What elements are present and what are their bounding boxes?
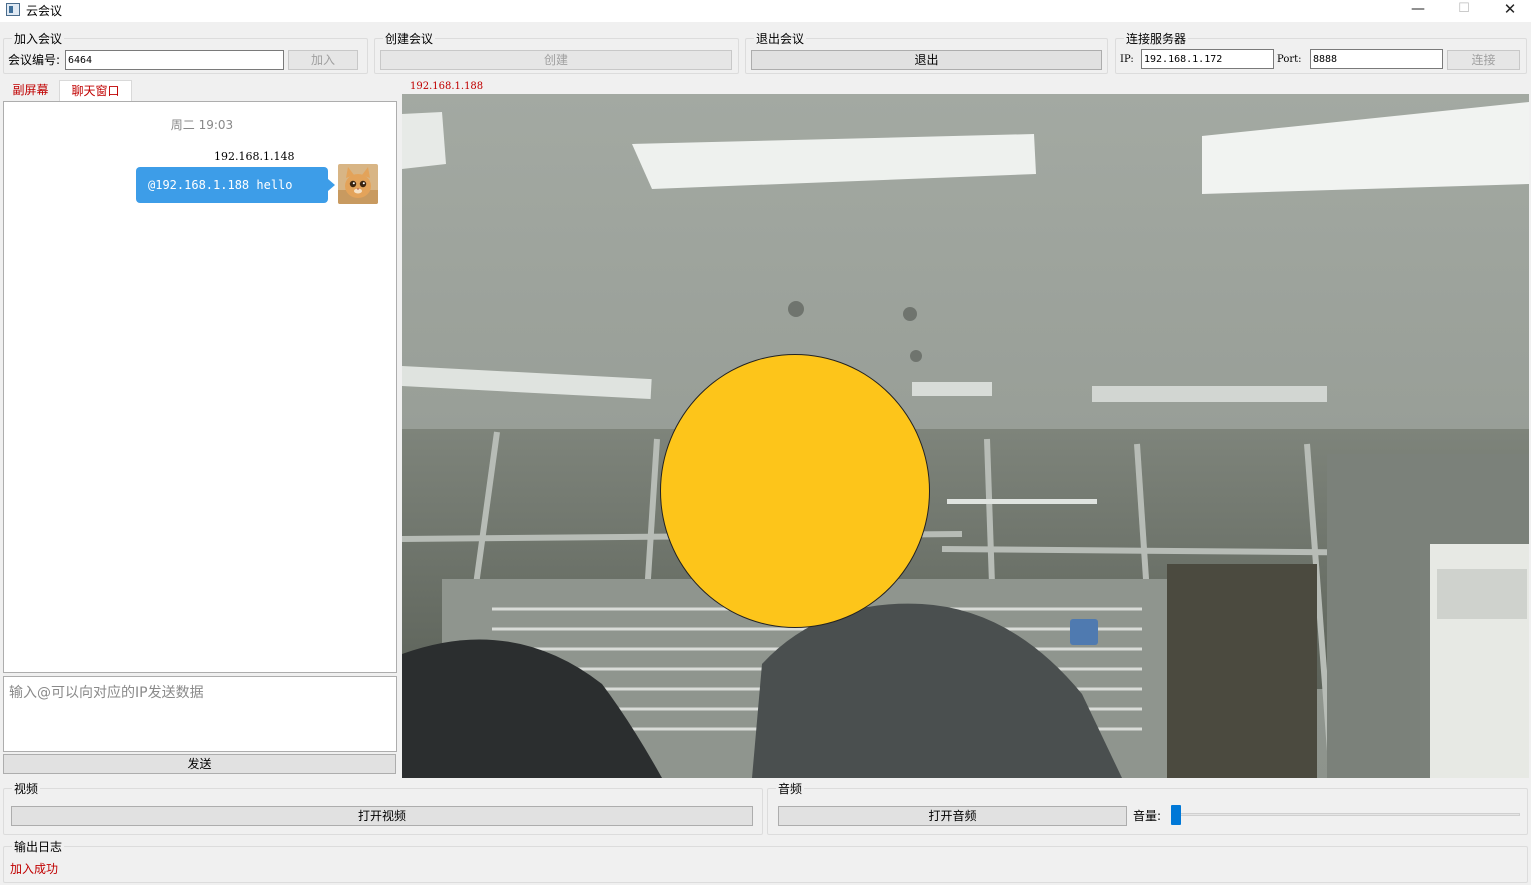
chat-message-area: 周二 19:03 192.168.1.148 @192.168.1.188 he…	[3, 101, 397, 673]
face-cover-circle	[660, 354, 930, 628]
port-input[interactable]	[1310, 49, 1443, 69]
ip-input[interactable]	[1141, 49, 1274, 69]
meeting-id-label: 会议编号:	[8, 53, 61, 67]
create-meeting-title: 创建会议	[383, 30, 436, 47]
minimize-button[interactable]: —	[1395, 0, 1441, 22]
message-sender: 192.168.1.148	[214, 150, 295, 163]
output-log-title: 输出日志	[12, 838, 65, 855]
server-group-title: 连接服务器	[1124, 30, 1189, 47]
video-group-title: 视频	[12, 780, 41, 797]
volume-slider[interactable]	[1172, 813, 1520, 816]
window-title: 云会议	[26, 4, 63, 18]
join-button[interactable]: 加入	[288, 50, 358, 70]
video-source-label: 192.168.1.188	[410, 81, 484, 92]
close-button[interactable]: ✕	[1487, 0, 1531, 22]
tab-secondary-screen[interactable]: 副屏幕	[3, 80, 58, 101]
connect-button[interactable]: 连接	[1447, 50, 1520, 70]
ip-label: IP:	[1120, 54, 1134, 65]
join-meeting-title: 加入会议	[12, 30, 65, 47]
app-icon	[6, 3, 20, 16]
volume-slider-handle[interactable]	[1171, 805, 1181, 825]
meeting-id-input[interactable]	[65, 50, 284, 70]
output-log-group: 输出日志	[3, 838, 1528, 883]
message-bubble: @192.168.1.188 hello	[136, 167, 335, 203]
title-bar: 云会议 — ☐ ✕	[0, 0, 1531, 22]
exit-meeting-title: 退出会议	[754, 30, 807, 47]
cat-avatar	[338, 164, 378, 204]
volume-label: 音量:	[1133, 809, 1162, 823]
chat-input[interactable]: 输入@可以向对应的IP发送数据	[3, 676, 397, 752]
log-entry: 加入成功	[10, 862, 59, 876]
port-label: Port:	[1277, 54, 1302, 65]
open-audio-button[interactable]: 打开音频	[778, 806, 1127, 826]
chat-timestamp: 周二 19:03	[170, 118, 234, 132]
main-video-feed	[402, 94, 1529, 778]
maximize-button[interactable]: ☐	[1441, 0, 1487, 22]
tab-chat-window[interactable]: 聊天窗口	[59, 80, 132, 101]
send-button[interactable]: 发送	[3, 754, 396, 774]
open-video-button[interactable]: 打开视频	[11, 806, 753, 826]
create-button[interactable]: 创建	[380, 50, 732, 70]
exit-button[interactable]: 退出	[751, 50, 1102, 70]
audio-group-title: 音频	[776, 780, 805, 797]
